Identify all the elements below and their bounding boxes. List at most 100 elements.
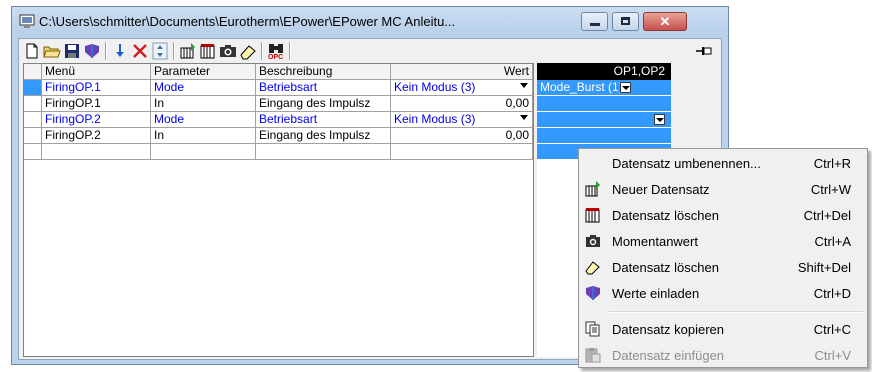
- column-header-description[interactable]: Beschreibung: [256, 64, 391, 80]
- menu-item-load-values[interactable]: Werte einladen Ctrl+D: [581, 281, 865, 306]
- toolbar-separator: [105, 42, 107, 60]
- save-icon[interactable]: [63, 42, 81, 60]
- menu-item-label: Momentanwert: [612, 234, 698, 249]
- cell-parameter: Mode: [151, 80, 256, 96]
- cell-parameter: Mode: [151, 112, 256, 128]
- cell-menu: FiringOP.1: [42, 80, 151, 96]
- app-icon: [19, 14, 35, 29]
- table-row[interactable]: FiringOP.2 Mode Betriebsart Kein Modus (…: [24, 112, 533, 128]
- cell-menu: [42, 144, 151, 160]
- context-menu: Datensatz umbenennen... Ctrl+R Neuer Dat…: [578, 148, 868, 368]
- load-values-icon[interactable]: [83, 42, 101, 60]
- menu-item-shortcut: Shift+Del: [797, 260, 851, 275]
- open-folder-icon[interactable]: [43, 42, 61, 60]
- chevron-down-icon[interactable]: [654, 114, 665, 125]
- new-dataset-icon[interactable]: [179, 42, 197, 60]
- column-header-value[interactable]: Wert: [391, 64, 533, 80]
- minimize-icon: [590, 23, 600, 26]
- row-selector[interactable]: [24, 144, 42, 160]
- dataset-value: Mode_Burst (1): [540, 80, 623, 94]
- cell-parameter: In: [151, 128, 256, 144]
- cell-value[interactable]: 0,00: [391, 128, 533, 144]
- menu-item-label: Datensatz löschen: [612, 208, 719, 223]
- cell-description: Eingang des Impulsz: [256, 128, 391, 144]
- header-corner: [24, 64, 42, 80]
- toolbar: OPC: [19, 39, 721, 63]
- download-arrow-icon[interactable]: [111, 42, 129, 60]
- dataset-value-dropdown[interactable]: Mode_Burst (1): [537, 80, 671, 96]
- row-selector[interactable]: [24, 112, 42, 128]
- menu-item-shortcut: Ctrl+R: [813, 156, 851, 171]
- menu-item-snapshot[interactable]: Momentanwert Ctrl+A: [581, 229, 865, 254]
- spin-updown-icon[interactable]: [151, 42, 169, 60]
- menu-item-label: Werte einladen: [612, 286, 700, 301]
- table-row[interactable]: FiringOP.1 Mode Betriebsart Kein Modus (…: [24, 80, 533, 96]
- cell-menu: FiringOP.1: [42, 96, 151, 112]
- cell-description: Betriebsart: [256, 112, 391, 128]
- eraser-icon: [585, 259, 601, 275]
- new-dataset-icon: [585, 181, 601, 197]
- row-selector[interactable]: [24, 128, 42, 144]
- column-header-menu[interactable]: Menü: [42, 64, 151, 80]
- menu-item-shortcut: Ctrl+V: [814, 348, 851, 363]
- cell-value: [391, 144, 533, 160]
- menu-item-label: Datensatz löschen: [612, 260, 719, 275]
- close-button[interactable]: ✕: [643, 12, 687, 31]
- column-header-parameter[interactable]: Parameter: [151, 64, 256, 80]
- menu-item-new-dataset[interactable]: Neuer Datensatz Ctrl+W: [581, 177, 865, 202]
- grid-header-row: Menü Parameter Beschreibung Wert: [24, 64, 533, 80]
- new-document-icon[interactable]: [23, 42, 41, 60]
- cell-value: Kein Modus (3): [394, 80, 476, 94]
- menu-item-delete-dataset[interactable]: Datensatz löschen Ctrl+Del: [581, 203, 865, 228]
- table-row-empty[interactable]: [24, 144, 533, 160]
- title-bar[interactable]: C:\Users\schmitter\Documents\Eurotherm\E…: [12, 7, 728, 37]
- menu-item-label: Datensatz einfügen: [612, 348, 725, 363]
- maximize-icon: [621, 17, 630, 25]
- dataset-value-dropdown[interactable]: [537, 112, 671, 128]
- maximize-button[interactable]: [612, 12, 639, 31]
- menu-item-shortcut: Ctrl+D: [813, 286, 851, 301]
- dataset-column-header[interactable]: OP1,OP2: [537, 63, 671, 80]
- menu-item-shortcut: Ctrl+C: [813, 322, 851, 337]
- copy-icon: [585, 321, 601, 337]
- menu-item-label: Neuer Datensatz: [612, 182, 710, 197]
- chevron-down-icon[interactable]: [620, 82, 631, 93]
- menu-item-rename-dataset[interactable]: Datensatz umbenennen... Ctrl+R: [581, 151, 865, 176]
- opc-binoculars-icon[interactable]: OPC: [267, 42, 285, 60]
- cell-value-dropdown[interactable]: Kein Modus (3): [391, 80, 533, 96]
- cell-description: Betriebsart: [256, 80, 391, 96]
- dataset-cell[interactable]: [537, 96, 671, 112]
- row-selector[interactable]: [24, 96, 42, 112]
- window-title: C:\Users\schmitter\Documents\Eurotherm\E…: [39, 14, 456, 29]
- pin-icon[interactable]: [695, 43, 713, 61]
- eraser-icon[interactable]: [239, 42, 257, 60]
- chevron-down-icon[interactable]: [520, 83, 528, 88]
- menu-item-copy-dataset[interactable]: Datensatz kopieren Ctrl+C: [581, 317, 865, 342]
- menu-item-shortcut: Ctrl+W: [810, 182, 851, 197]
- parameter-grid: Menü Parameter Beschreibung Wert FiringO…: [23, 63, 534, 357]
- minimize-button[interactable]: [581, 12, 608, 31]
- table-row[interactable]: FiringOP.1 In Eingang des Impulsz 0,00: [24, 96, 533, 112]
- cell-value: Kein Modus (3): [394, 112, 476, 126]
- close-icon: ✕: [659, 14, 671, 29]
- delete-dataset-icon: [585, 207, 601, 223]
- toolbar-separator: [173, 42, 175, 60]
- paste-icon: [585, 347, 601, 363]
- snapshot-camera-icon: [585, 233, 601, 249]
- delete-dataset-icon[interactable]: [199, 42, 217, 60]
- cell-value[interactable]: 0,00: [391, 96, 533, 112]
- menu-item-clear-dataset[interactable]: Datensatz löschen Shift+Del: [581, 255, 865, 280]
- svg-text:OPC: OPC: [268, 54, 283, 60]
- dataset-cell[interactable]: [537, 128, 671, 144]
- snapshot-camera-icon[interactable]: [219, 42, 237, 60]
- menu-item-label: Datensatz kopieren: [612, 322, 725, 337]
- table-row[interactable]: FiringOP.2 In Eingang des Impulsz 0,00: [24, 128, 533, 144]
- delete-x-icon[interactable]: [131, 42, 149, 60]
- row-selector[interactable]: [24, 80, 42, 96]
- toolbar-separator: [261, 42, 263, 60]
- cell-parameter: In: [151, 96, 256, 112]
- chevron-down-icon[interactable]: [520, 115, 528, 120]
- cell-value-dropdown[interactable]: Kein Modus (3): [391, 112, 533, 128]
- load-values-icon: [585, 285, 601, 301]
- cell-menu: FiringOP.2: [42, 128, 151, 144]
